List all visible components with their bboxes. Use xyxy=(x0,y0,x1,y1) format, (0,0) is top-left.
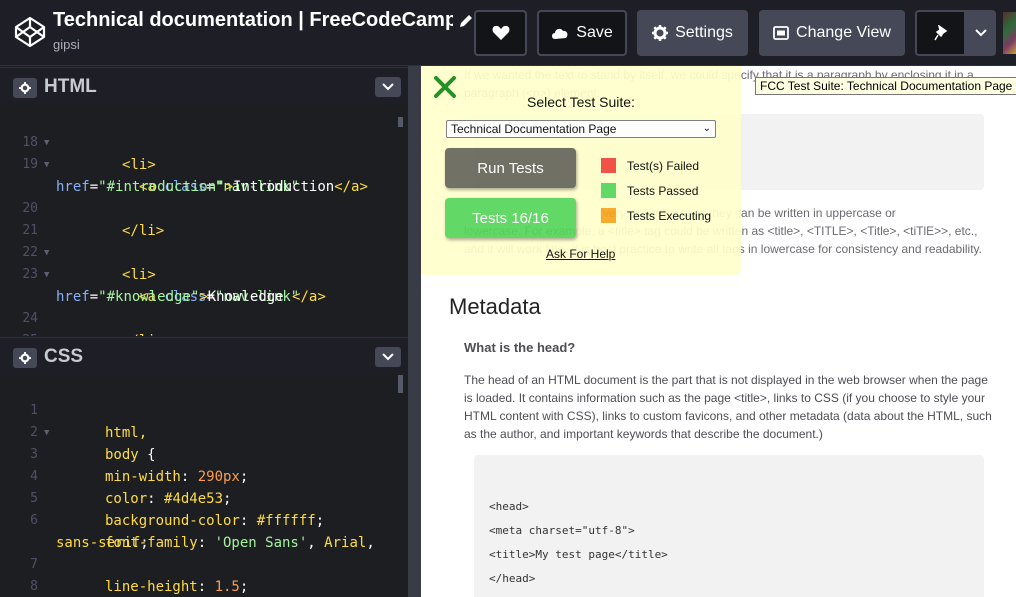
chevron-down-icon xyxy=(382,83,394,91)
sub-title: What is the head? xyxy=(464,340,576,355)
test-suite-panel: Select Test Suite: Technical Documentati… xyxy=(421,66,741,275)
css-pane-header: CSS xyxy=(0,337,408,375)
test-suite-select[interactable]: Technical Documentation Page ⌄ xyxy=(446,120,716,138)
save-button[interactable]: Save xyxy=(537,10,627,56)
preview-paragraph: The head of an HTML document is the part… xyxy=(464,373,992,441)
chevron-down-icon xyxy=(975,29,987,37)
settings-button[interactable]: Settings xyxy=(637,10,748,56)
save-label: Save xyxy=(576,24,613,41)
code-line: 1 html, xyxy=(30,403,148,441)
test-suite-label: Select Test Suite: xyxy=(527,94,635,110)
code-line: <meta charset="utf-8"> xyxy=(489,524,635,537)
css-settings-button[interactable] xyxy=(13,348,37,368)
pen-title[interactable]: Technical documentation | FreeCodeCamp P… xyxy=(53,9,453,32)
html-pane-menu[interactable] xyxy=(375,77,401,97)
html-editor[interactable]: 18 ▼ <li> 19 ▼ <a class="nav-link" href="#… xyxy=(0,105,408,336)
css-editor[interactable]: 1 html, 2 ▼ body { 3 min-width: 290px; 4 … xyxy=(0,375,408,597)
run-tests-button[interactable]: Run Tests xyxy=(445,148,576,188)
chevron-down-icon: ⌄ xyxy=(702,123,711,134)
heart-icon xyxy=(492,25,509,40)
code-line: 6 font-family: 'Open Sans', Arial, xyxy=(30,513,375,551)
code-line: 23 ▼ <a class="nav-link" xyxy=(22,267,300,305)
cloud-icon xyxy=(552,28,568,39)
css-pane-title: CSS xyxy=(44,346,84,367)
settings-label: Settings xyxy=(675,24,733,41)
code-line: 18 ▼ <li> xyxy=(22,135,156,173)
chevron-down-icon xyxy=(382,353,394,361)
pin-icon xyxy=(933,25,947,41)
pin-button[interactable] xyxy=(915,10,966,56)
gear-icon xyxy=(19,352,31,364)
pin-menu-button[interactable] xyxy=(966,10,996,56)
code-line: 5 background-color: #ffffff; xyxy=(30,491,325,529)
code-line: 20 </li> xyxy=(22,201,165,239)
code-line: 7 line-height: 1.5; xyxy=(30,557,249,595)
code-line: 21 xyxy=(22,223,38,238)
section-title: Metadata xyxy=(449,294,541,319)
code-line: 19 ▼ <a class="nav-link" xyxy=(22,157,300,195)
code-line: </head> xyxy=(489,572,536,585)
executing-swatch xyxy=(601,208,616,223)
change-view-label: Change View xyxy=(796,24,891,41)
tooltip: FCC Test Suite: Technical Documentation … xyxy=(755,77,1016,95)
gear-icon xyxy=(19,82,31,94)
html-pane-title: HTML xyxy=(44,76,97,97)
code-line: <head> xyxy=(489,500,529,513)
codepen-logo-icon[interactable] xyxy=(14,16,46,48)
codepen-editor: Technical documentation | FreeCodeCamp P… xyxy=(0,0,1016,597)
code-line: 8 } xyxy=(30,579,38,594)
html-settings-button[interactable] xyxy=(13,78,37,98)
code-line: sans-serif; xyxy=(56,535,149,551)
tests-result-button[interactable]: Tests 16/16 xyxy=(445,198,576,238)
top-bar: Technical documentation | FreeCodeCamp P… xyxy=(0,0,1016,66)
failed-swatch xyxy=(601,158,616,173)
code-line: 9 xyxy=(0,576,408,597)
code-line: 22 ▼ <li> xyxy=(22,245,156,283)
code-line: href="#introduction">Introduction</a> xyxy=(56,179,368,195)
ask-for-help-link[interactable]: Ask For Help xyxy=(546,247,615,261)
code-line: 25▼ <li> xyxy=(0,308,408,336)
user-avatar[interactable] xyxy=(1003,12,1016,54)
author-name[interactable]: gipsi xyxy=(53,37,80,52)
change-view-button[interactable]: Change View xyxy=(759,10,905,56)
code-line: 4 color: #4d4e53; xyxy=(30,469,232,507)
edit-title-icon[interactable] xyxy=(458,13,474,29)
html-pane-header: HTML xyxy=(0,67,408,105)
code-line: 24 </li> xyxy=(22,311,164,336)
layout-icon xyxy=(773,26,789,40)
love-button[interactable] xyxy=(474,10,527,56)
css-pane-menu[interactable] xyxy=(375,347,401,367)
pane-resize-handle[interactable] xyxy=(408,66,421,597)
passed-swatch xyxy=(601,183,616,198)
code-line: 3 min-width: 290px; xyxy=(30,447,249,485)
code-line: 2 ▼ body { xyxy=(30,425,156,463)
code-line: <title>My test page</title> xyxy=(489,548,668,561)
code-line: href="#knowledge">Knowledge </a> xyxy=(56,289,326,305)
gear-icon xyxy=(652,25,669,41)
